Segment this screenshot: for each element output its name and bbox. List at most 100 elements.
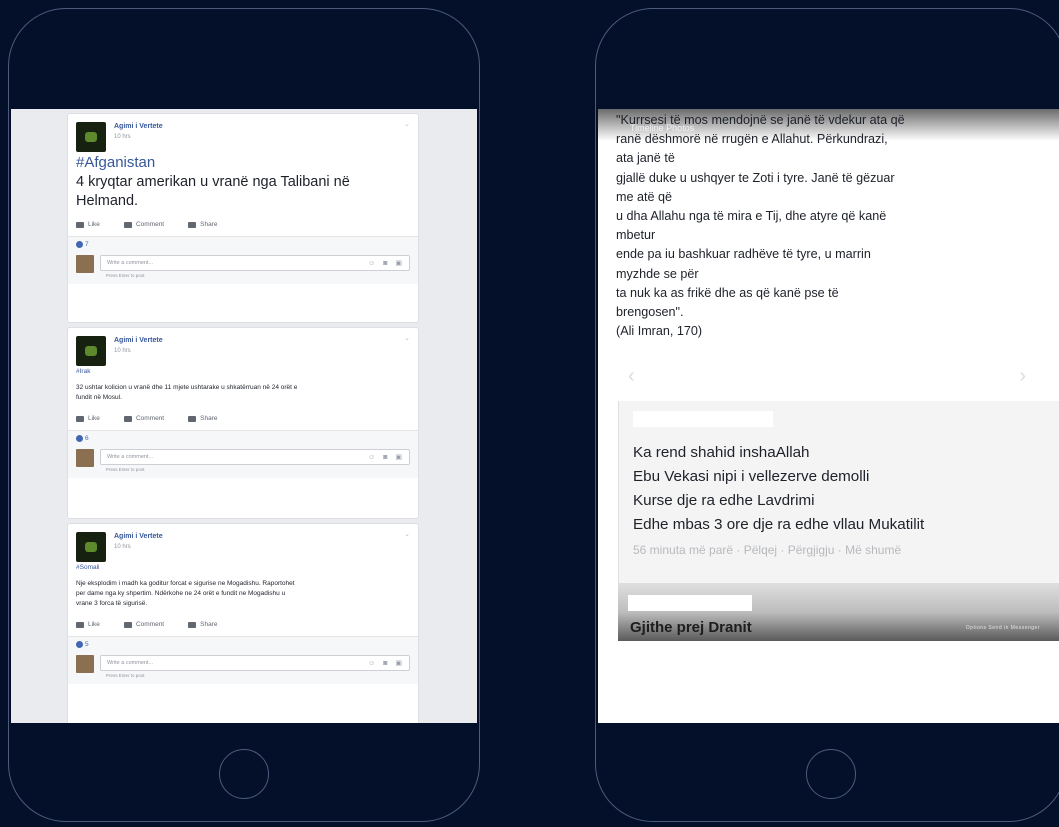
enter-hint: Press Enter to post.	[106, 273, 146, 278]
like-button[interactable]: Like	[76, 415, 100, 422]
emoji-photo-sticker-icons[interactable]: ☺ ◙ ▣	[368, 453, 405, 461]
chevron-down-icon[interactable]: ⌄	[404, 334, 410, 342]
thumbs-up-icon	[76, 221, 84, 228]
comment-button[interactable]: Comment	[123, 621, 164, 628]
post-text: Nje eksplodim i madh ka goditur forcat e…	[68, 571, 418, 609]
post-timestamp[interactable]: 10 hrs	[114, 544, 131, 550]
quote-text: "Kurrsesi të mos mendojnë se janë të vde…	[616, 111, 1036, 341]
home-button[interactable]	[806, 749, 856, 799]
thumbs-up-icon	[76, 415, 84, 422]
share-label: Share	[200, 415, 218, 422]
quote-line: brengosen".	[616, 305, 684, 320]
post-header: Agimi i Vertete 10 hrs ⌄	[68, 114, 418, 158]
quote-line: ende pa iu bashkuar radhëve të tyre, u m…	[616, 247, 871, 262]
quote-line: gjallë duke u ushqyer te Zoti i tyre. Ja…	[616, 170, 895, 185]
reactions-summary[interactable]: 7	[68, 237, 418, 252]
reactions-summary[interactable]: 6	[68, 431, 418, 446]
share-label: Share	[200, 621, 218, 628]
like-reaction-icon	[76, 641, 83, 648]
post-text-line: Helmand.	[76, 193, 139, 209]
reactions-count: 6	[85, 435, 89, 442]
quote-line: ta nuk ka as frikë dhe as që kanë pse të	[616, 285, 839, 300]
like-button[interactable]: Like	[76, 621, 100, 628]
comment-input[interactable]: Write a comment... ☺ ◙ ▣	[100, 255, 410, 271]
quote-line: (Ali Imran, 170)	[616, 324, 703, 339]
emoji-photo-sticker-icons[interactable]: ☺ ◙ ▣	[368, 659, 405, 667]
quote-line: ata janë të	[616, 151, 675, 166]
phone-frame-left: Agimi i Vertete 10 hrs ⌄ #Afganistan 4 k…	[8, 8, 480, 822]
reactions-count: 5	[85, 641, 89, 648]
page-avatar[interactable]	[76, 336, 106, 366]
like-label: Like	[88, 621, 100, 628]
comment-placeholder: Write a comment...	[107, 660, 154, 666]
quote-line: mbetur	[616, 228, 656, 243]
post-timestamp[interactable]: 10 hrs	[114, 348, 131, 354]
quote-line: u dha Allahu nga të mira e Tij, dhe atyr…	[616, 209, 887, 224]
page-avatar[interactable]	[76, 532, 106, 562]
user-avatar	[76, 449, 94, 467]
comment-line: Kurse dje ra edhe Lavdrimi	[633, 492, 815, 509]
enter-hint: Press Enter to post.	[106, 673, 146, 678]
comment-button[interactable]: Comment	[123, 221, 165, 228]
share-button[interactable]: Share	[188, 621, 217, 628]
chevron-down-icon[interactable]: ⌄	[404, 530, 410, 538]
like-reaction-icon	[76, 435, 83, 442]
comment-label: Comment	[135, 221, 165, 228]
overlay-links[interactable]: Options Send in Messenger	[966, 625, 1040, 631]
chevron-down-icon[interactable]: ⌄	[404, 120, 410, 128]
post-text-line: 32 ushtar kolicion u vranë dhe 11 mjete …	[76, 384, 298, 391]
bottom-overlay: Gjithe prej Dranit Options Send in Messe…	[618, 583, 1059, 641]
like-button[interactable]: Like	[76, 221, 100, 228]
post-text-line: 4 kryqtar amerikan u vranë nga Talibani …	[76, 174, 350, 190]
post-text: 4 kryqtar amerikan u vranë nga Talibani …	[68, 171, 418, 211]
comment-icon	[123, 415, 132, 422]
page-name[interactable]: Gjithe prej Dranit	[630, 619, 752, 636]
page-avatar[interactable]	[76, 122, 106, 152]
post-timestamp[interactable]: 10 hrs	[114, 134, 131, 140]
quote-line: "Kurrsesi të mos mendojnë se janë të vde…	[616, 113, 905, 127]
post-author[interactable]: Agimi i Vertete	[114, 533, 163, 540]
post-actions: Like Comment Share	[68, 211, 418, 237]
comment-line: Ebu Vekasi nipi i vellezerve demolli	[633, 468, 870, 485]
post-card: Agimi i Vertete 10 hrs ⌄ #Somali Nje eks…	[67, 523, 419, 723]
share-icon	[188, 621, 197, 628]
post-text-line: fundit në Mosul.	[76, 394, 122, 401]
post-text-line: Nje eksplodim i madh ka goditur forcat e…	[76, 580, 295, 587]
reactions-count: 7	[85, 241, 89, 248]
redacted-name	[628, 595, 752, 611]
user-avatar	[76, 655, 94, 673]
phone-screen-right: Timeline Photos "Kurrsesi të mos mendojn…	[598, 109, 1059, 723]
comment-placeholder: Write a comment...	[107, 454, 154, 460]
comment-composer: Write a comment... ☺ ◙ ▣ Press Enter to p…	[68, 446, 418, 478]
redacted-name	[633, 411, 773, 427]
share-button[interactable]: Share	[188, 221, 217, 228]
comment-composer: Write a comment... ☺ ◙ ▣ Press Enter to p…	[68, 252, 418, 284]
home-button[interactable]	[219, 749, 269, 799]
comment-composer: Write a comment... ☺ ◙ ▣ Press Enter to p…	[68, 652, 418, 684]
share-button[interactable]: Share	[188, 415, 217, 422]
emoji-photo-sticker-icons[interactable]: ☺ ◙ ▣	[368, 259, 405, 267]
share-icon	[188, 221, 197, 228]
post-text-line: vrane 3 forca të sigurisë.	[76, 600, 148, 607]
comment-input[interactable]: Write a comment... ☺ ◙ ▣	[100, 449, 410, 465]
chevron-left-icon[interactable]: ‹	[628, 365, 635, 388]
post-header: Agimi i Vertete 10 hrs ⌄	[68, 328, 418, 372]
post-text: 32 ushtar kolicion u vranë dhe 11 mjete …	[68, 375, 418, 403]
comment-input[interactable]: Write a comment... ☺ ◙ ▣	[100, 655, 410, 671]
post-text-line: per dame nga ky shpertim. Ndërkohe ne 24…	[76, 590, 286, 597]
like-label: Like	[88, 221, 100, 228]
enter-hint: Press Enter to post.	[106, 467, 146, 472]
comment-block: Ka rend shahid inshaAllah Ebu Vekasi nip…	[618, 401, 1059, 583]
post-author[interactable]: Agimi i Vertete	[114, 337, 163, 344]
chevron-right-icon[interactable]: ›	[1019, 365, 1026, 388]
comment-text: Ka rend shahid inshaAllah Ebu Vekasi nip…	[633, 441, 924, 537]
comment-meta-links[interactable]: 56 minuta më parë · Pëlqej · Përgjigju ·…	[633, 543, 901, 557]
reactions-summary[interactable]: 5	[68, 637, 418, 652]
comment-button[interactable]: Comment	[123, 415, 165, 422]
phone-frame-right: Timeline Photos "Kurrsesi të mos mendojn…	[595, 8, 1059, 822]
share-icon	[188, 415, 197, 422]
post-author[interactable]: Agimi i Vertete	[114, 123, 163, 130]
comment-label: Comment	[135, 415, 165, 422]
post-card: Agimi i Vertete 10 hrs ⌄ #Irak 32 ushtar…	[67, 327, 419, 519]
like-reaction-icon	[76, 241, 83, 248]
